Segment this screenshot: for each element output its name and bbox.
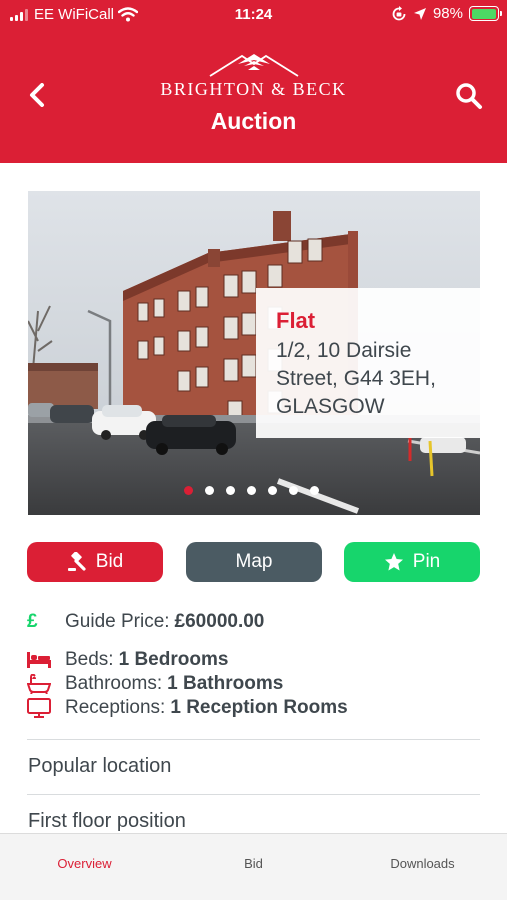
beds-value: 1 Bedrooms — [118, 649, 229, 670]
bath-icon — [27, 674, 51, 694]
beds-row: Beds: 1 Bedrooms — [27, 648, 228, 672]
receptions-label: Receptions: — [65, 697, 166, 718]
orientation-lock-icon — [392, 5, 406, 20]
tab-bid[interactable]: Bid — [169, 834, 338, 900]
search-icon — [456, 83, 482, 109]
brand-name: BRIGHTON & BECK — [160, 79, 347, 99]
app-header: EE WiFiCall 11:24 98% BRIGHTON & BECK Au… — [0, 0, 507, 163]
status-bar: EE WiFiCall 11:24 98% — [0, 0, 507, 30]
map-button[interactable]: Map — [186, 542, 322, 582]
bid-button-label: Bid — [95, 551, 124, 572]
gallery-dot[interactable] — [205, 486, 214, 495]
bathrooms-row: Bathrooms: 1 Bathrooms — [27, 672, 283, 696]
feature-item: First floor position — [28, 810, 186, 832]
tab-downloads[interactable]: Downloads — [338, 834, 507, 900]
bottom-tab-bar: Overview Bid Downloads — [0, 833, 507, 900]
guide-price-label: Guide Price: — [65, 611, 170, 632]
brand-logo-icon — [0, 50, 507, 80]
star-icon — [384, 553, 403, 571]
pin-button-label: Pin — [412, 551, 441, 572]
divider — [27, 739, 480, 740]
status-right: 98% — [391, 5, 502, 22]
listing-overlay: Flat 1/2, 10 Dairsie Street, G44 3EH, GL… — [256, 288, 480, 438]
location-icon — [413, 7, 426, 20]
tv-icon — [27, 698, 51, 718]
bid-button[interactable]: Bid — [27, 542, 163, 582]
gallery-dot[interactable] — [268, 486, 277, 495]
battery-charging-icon — [469, 6, 502, 21]
gallery-pagination — [184, 486, 319, 495]
guide-price-row: £ Guide Price: £60000.00 — [27, 609, 264, 635]
bathrooms-label: Bathrooms: — [65, 673, 163, 694]
search-button[interactable] — [453, 80, 485, 112]
gallery-dot[interactable] — [247, 486, 256, 495]
receptions-value: 1 Reception Rooms — [170, 697, 348, 718]
gallery-dot[interactable] — [226, 486, 235, 495]
tab-overview[interactable]: Overview — [0, 834, 169, 900]
feature-item: Popular location — [28, 755, 172, 777]
gallery-dot[interactable] — [289, 486, 298, 495]
pin-button[interactable]: Pin — [344, 542, 480, 582]
bathrooms-value: 1 Bathrooms — [167, 673, 284, 694]
divider — [27, 794, 480, 795]
receptions-row: Receptions: 1 Reception Rooms — [27, 696, 348, 720]
guide-price-value: £60000.00 — [174, 611, 265, 632]
bed-icon — [27, 652, 51, 668]
map-button-label: Map — [235, 551, 273, 572]
gavel-icon — [67, 552, 86, 571]
pound-icon: £ — [27, 611, 38, 632]
beds-label: Beds: — [65, 649, 114, 670]
property-address: 1/2, 10 Dairsie Street, G44 3EH, GLASGOW — [276, 339, 436, 418]
page-title: Auction — [210, 108, 297, 134]
gallery-dot[interactable] — [184, 486, 193, 495]
property-type: Flat — [276, 308, 316, 333]
property-photo[interactable]: Flat 1/2, 10 Dairsie Street, G44 3EH, GL… — [28, 191, 480, 515]
battery-percent: 98% — [432, 5, 463, 22]
gallery-dot[interactable] — [310, 486, 319, 495]
